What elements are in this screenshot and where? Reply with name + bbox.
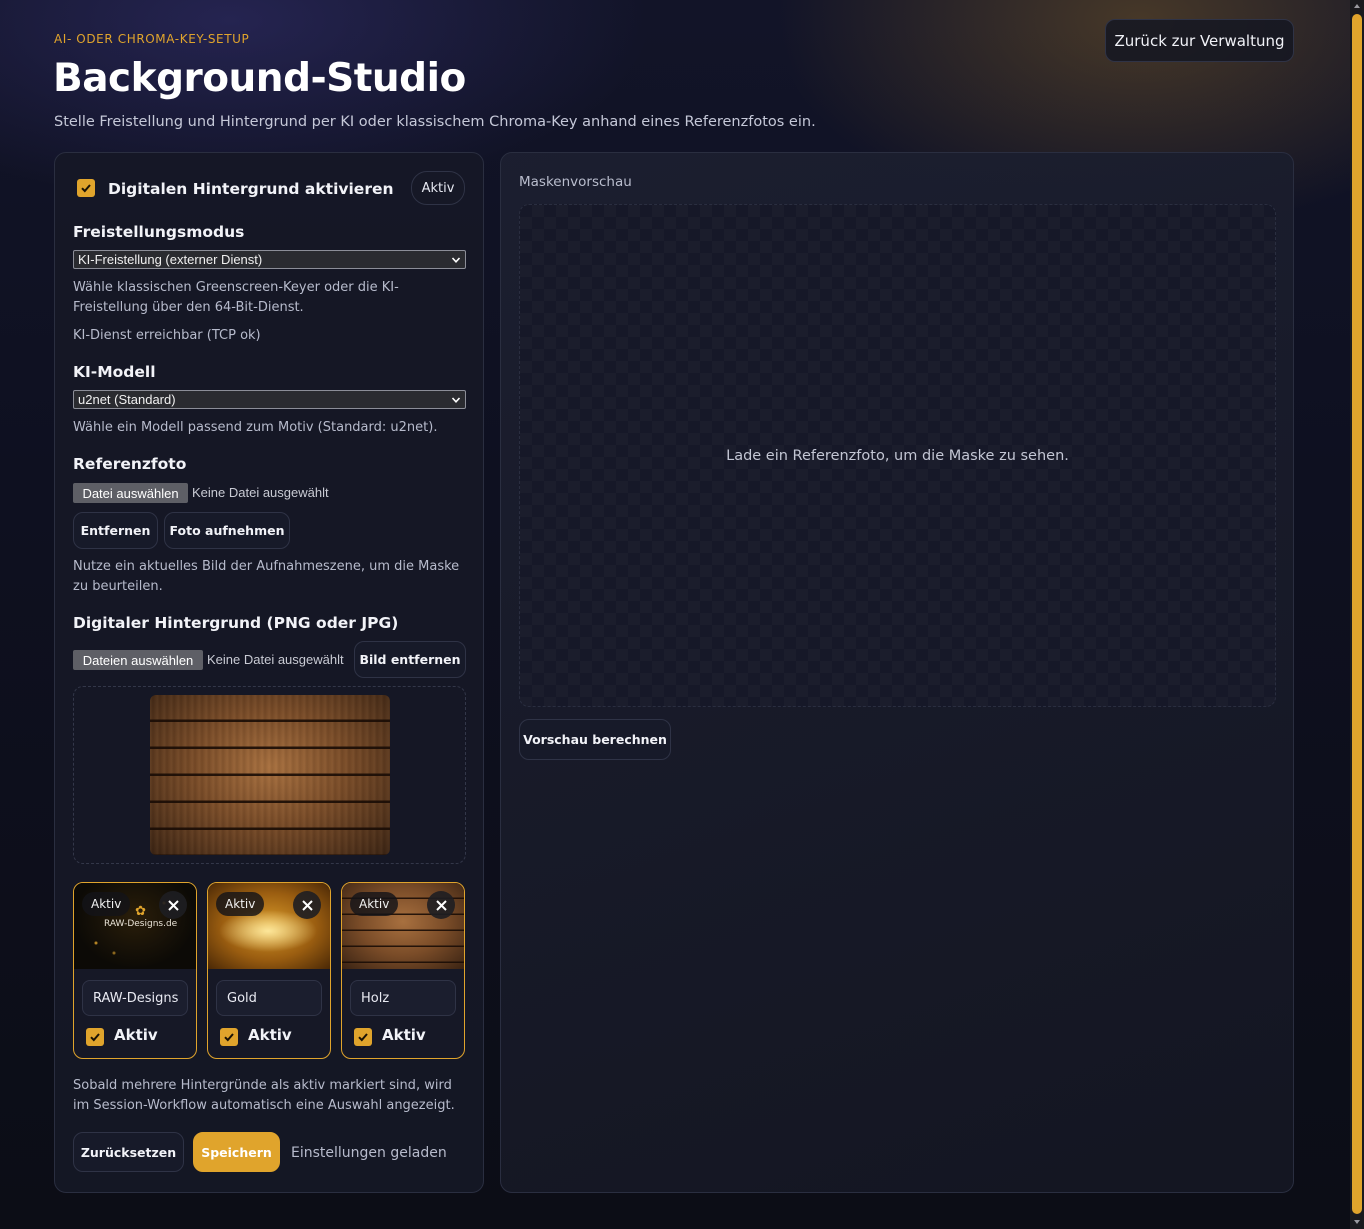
enable-background-label: Digitalen Hintergrund aktivieren [108,180,394,198]
close-icon [435,899,447,911]
multi-background-help: Sobald mehrere Hintergründe als aktiv ma… [73,1078,455,1113]
card-name-input[interactable]: Gold [216,980,322,1016]
save-button[interactable]: Speichern [193,1132,280,1172]
card-remove-button[interactable] [159,891,187,919]
model-help: Wähle ein Modell passend zum Motiv (Stan… [73,420,438,435]
card-active-label: Aktiv [382,1026,426,1044]
mode-label: Freistellungsmodus [73,223,245,241]
page-eyebrow: AI- ODER CHROMA-KEY-SETUP [54,32,250,46]
back-to-management-button[interactable]: Zurück zur Verwaltung [1105,19,1294,62]
compute-preview-button[interactable]: Vorschau berechnen [519,719,671,760]
card-active-badge: Aktiv [350,892,399,916]
chevron-down-icon [451,396,461,403]
reference-help: Nutze ein aktuelles Bild der Aufnahmesze… [73,559,460,594]
background-card[interactable]: ✿ RAW-Designs.de Aktiv RAW-Designs Aktiv [73,882,197,1059]
scroll-up-icon[interactable] [1353,2,1361,10]
check-icon [358,1033,368,1042]
card-active-badge: Aktiv [82,892,131,916]
chevron-down-icon [451,256,461,263]
mask-preview-title: Maskenvorschau [519,174,632,190]
background-label: Digitaler Hintergrund (PNG oder JPG) [73,614,399,632]
enable-background-checkbox[interactable] [77,179,95,197]
background-card[interactable]: Aktiv Gold Aktiv [207,882,331,1059]
reference-label: Referenzfoto [73,455,187,473]
card-name-input[interactable]: RAW-Designs [82,980,188,1016]
page-scrollbar[interactable] [1350,0,1364,1229]
service-status: KI-Dienst erreichbar (TCP ok) [73,328,261,343]
check-icon [81,184,91,193]
model-select[interactable]: u2net (Standard) [73,390,466,409]
reference-file-button[interactable]: Datei auswählen [73,483,188,503]
card-remove-button[interactable] [427,891,455,919]
card-name-input[interactable]: Holz [350,980,456,1016]
close-icon [301,899,313,911]
card-active-checkbox[interactable] [86,1028,104,1046]
page-subtitle: Stelle Freistellung und Hintergrund per … [54,114,816,130]
scrollbar-thumb[interactable] [1352,14,1362,1214]
card-active-label: Aktiv [114,1026,158,1044]
reference-file-status: Keine Datei ausgewählt [192,485,329,500]
mask-placeholder: Lade ein Referenzfoto, um die Maske zu s… [726,447,1069,464]
capture-photo-button[interactable]: Foto aufnehmen [164,512,290,549]
background-card[interactable]: Aktiv Holz Aktiv [341,882,465,1059]
scroll-down-icon[interactable] [1353,1218,1361,1226]
card-remove-button[interactable] [293,891,321,919]
model-select-value: u2net (Standard) [78,392,176,407]
status-pill: Aktiv [411,171,465,205]
remove-reference-button[interactable]: Entfernen [73,512,158,549]
model-label: KI-Modell [73,363,156,381]
background-preview-image [150,695,390,855]
background-files-button[interactable]: Dateien auswählen [73,650,203,670]
card-active-label: Aktiv [248,1026,292,1044]
remove-image-button[interactable]: Bild entfernen [354,641,466,678]
background-preview-frame [73,686,466,864]
card-active-checkbox[interactable] [354,1028,372,1046]
mode-help: Wähle klassischen Greenscreen-Keyer oder… [73,280,399,315]
mode-select[interactable]: KI-Freistellung (externer Dienst) [73,250,466,269]
mask-preview-panel: Maskenvorschau Lade ein Referenzfoto, um… [500,152,1294,1193]
mode-select-value: KI-Freistellung (externer Dienst) [78,252,263,267]
close-icon [167,899,179,911]
background-file-status: Keine Datei ausgewählt [207,652,344,667]
card-active-checkbox[interactable] [220,1028,238,1046]
card-active-badge: Aktiv [216,892,265,916]
settings-panel: Digitalen Hintergrund aktivieren Aktiv F… [54,152,484,1193]
check-icon [90,1033,100,1042]
page-title: Background-Studio [53,56,466,101]
check-icon [224,1033,234,1042]
mask-preview-area: Lade ein Referenzfoto, um die Maske zu s… [519,204,1276,707]
reset-button[interactable]: Zurücksetzen [73,1132,184,1172]
save-status: Einstellungen geladen [291,1145,447,1161]
